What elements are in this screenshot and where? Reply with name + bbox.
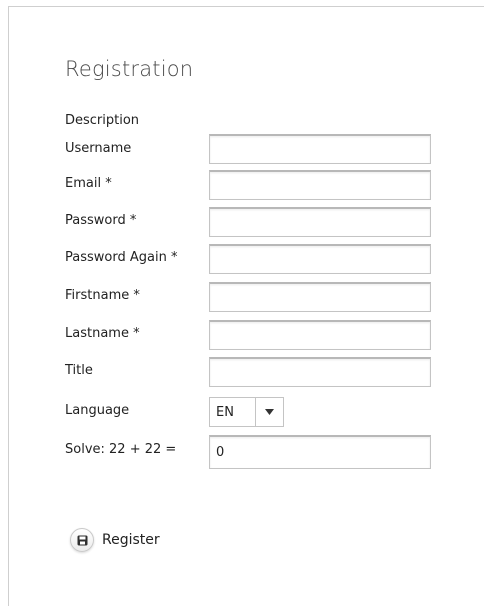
- lastname-label: Lastname *: [65, 326, 140, 341]
- title-label: Title: [65, 363, 93, 378]
- username-input[interactable]: [209, 134, 431, 164]
- email-label: Email *: [65, 176, 112, 191]
- register-label: Register: [102, 532, 160, 548]
- password-label: Password *: [65, 213, 137, 228]
- password-again-input[interactable]: [209, 244, 431, 274]
- save-icon: [70, 528, 94, 552]
- password-again-label: Password Again *: [65, 250, 178, 265]
- firstname-label: Firstname *: [65, 288, 140, 303]
- email-input[interactable]: [209, 170, 431, 200]
- register-button[interactable]: Register: [70, 528, 160, 552]
- page-title: Registration: [65, 57, 194, 81]
- username-label: Username: [65, 141, 132, 156]
- language-label: Language: [65, 403, 130, 418]
- firstname-input[interactable]: [209, 282, 431, 312]
- password-input[interactable]: [209, 207, 431, 237]
- language-select[interactable]: EN: [209, 397, 284, 427]
- title-input[interactable]: [209, 357, 431, 387]
- lastname-input[interactable]: [209, 320, 431, 350]
- captcha-input[interactable]: [209, 435, 431, 469]
- caret-down-icon[interactable]: [255, 398, 283, 426]
- form-description: Description: [65, 113, 140, 128]
- language-selected-value: EN: [216, 404, 234, 420]
- captcha-label: Solve: 22 + 22 =: [65, 442, 177, 457]
